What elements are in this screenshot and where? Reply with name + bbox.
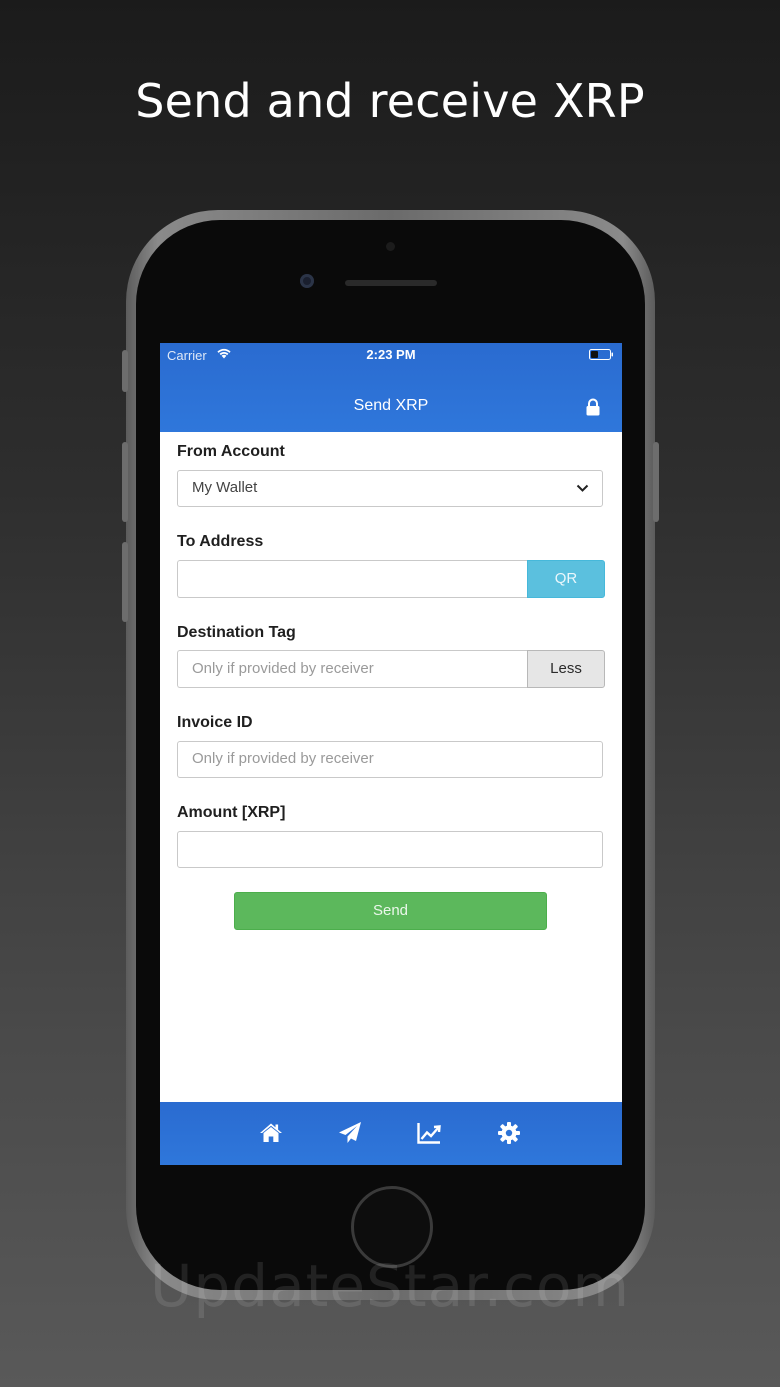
earpiece-speaker	[345, 280, 437, 286]
app-screen: Carrier 2:23 PM Send XRP From Account My…	[160, 343, 622, 1165]
bottom-tab-bar	[160, 1102, 622, 1165]
app-header: Carrier 2:23 PM Send XRP	[160, 343, 622, 432]
to-address-label: To Address	[177, 533, 264, 550]
destination-tag-label: Destination Tag	[177, 624, 296, 641]
destination-tag-input[interactable]: Only if provided by receiver	[177, 650, 528, 688]
invoice-id-input[interactable]: Only if provided by receiver	[177, 741, 603, 778]
amount-input[interactable]	[177, 831, 603, 868]
status-time: 2:23 PM	[366, 347, 416, 362]
battery-icon	[589, 349, 613, 360]
amount-label: Amount [XRP]	[177, 804, 286, 821]
tab-settings[interactable]	[496, 1120, 522, 1146]
less-options-button[interactable]: Less	[527, 650, 605, 688]
chart-line-icon	[417, 1123, 441, 1144]
send-button[interactable]: Send	[234, 892, 547, 930]
qr-scan-button[interactable]: QR	[527, 560, 605, 598]
paper-plane-icon	[339, 1122, 361, 1143]
lock-icon[interactable]	[585, 398, 601, 416]
tab-home[interactable]	[258, 1120, 284, 1146]
from-account-label: From Account	[177, 443, 285, 460]
watermark: UpdateStar.com	[150, 1252, 630, 1320]
from-account-value: My Wallet	[192, 479, 258, 496]
page-title: Send XRP	[353, 397, 429, 414]
promo-headline: Send and receive XRP	[135, 74, 645, 128]
from-account-select[interactable]: My Wallet	[177, 470, 603, 507]
power-button	[653, 442, 659, 522]
to-address-input[interactable]	[177, 560, 528, 598]
tab-markets[interactable]	[416, 1120, 442, 1146]
volume-up-button	[122, 442, 128, 522]
chevron-down-icon	[576, 484, 589, 492]
tab-send[interactable]	[337, 1120, 363, 1146]
status-bar: Carrier 2:23 PM	[160, 343, 622, 367]
invoice-id-label: Invoice ID	[177, 714, 253, 731]
front-camera-icon	[300, 274, 314, 288]
mute-switch	[122, 350, 128, 392]
gear-icon	[498, 1122, 520, 1144]
home-icon	[260, 1123, 282, 1142]
to-address-group: QR	[177, 560, 605, 598]
proximity-sensor	[386, 242, 395, 251]
volume-down-button	[122, 542, 128, 622]
destination-tag-group: Only if provided by receiver Less	[177, 650, 605, 688]
